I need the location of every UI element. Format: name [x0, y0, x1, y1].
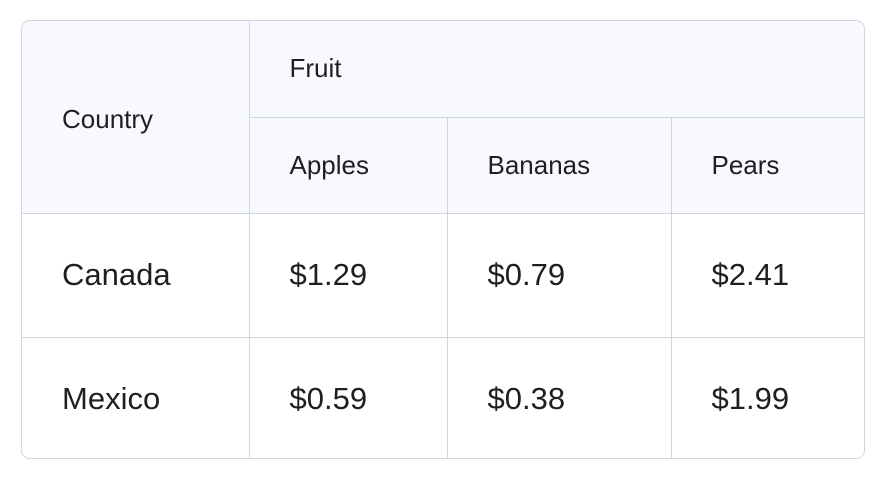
- table-header: Country Fruit Apples Bananas Pears: [22, 21, 864, 214]
- cell-apples: $1.29: [248, 212, 448, 338]
- cell-apples: $0.59: [248, 336, 448, 458]
- header-country: Country: [22, 21, 250, 214]
- cell-country: Canada: [22, 212, 250, 338]
- header-apples: Apples: [249, 116, 448, 214]
- header-row-group: Country Fruit: [22, 21, 864, 214]
- table-body: Canada $1.29 $0.79 $2.41 Mexico $0.59 $0…: [22, 212, 864, 458]
- header-fruit-group: Fruit: [248, 21, 864, 118]
- cell-bananas: $0.38: [446, 336, 672, 458]
- cell-country: Mexico: [22, 336, 250, 458]
- cell-pears: $2.41: [670, 212, 864, 338]
- header-bananas: Bananas: [446, 116, 672, 214]
- fruit-price-table: Country Fruit Apples Bananas Pears Canad…: [21, 20, 865, 459]
- cell-bananas: $0.79: [446, 212, 672, 338]
- price-table: Country Fruit Apples Bananas Pears Canad…: [22, 21, 864, 458]
- cell-pears: $1.99: [670, 336, 864, 458]
- table-row: Canada $1.29 $0.79 $2.41: [22, 212, 864, 338]
- table-row: Mexico $0.59 $0.38 $1.99: [22, 336, 864, 458]
- header-pears: Pears: [670, 116, 864, 214]
